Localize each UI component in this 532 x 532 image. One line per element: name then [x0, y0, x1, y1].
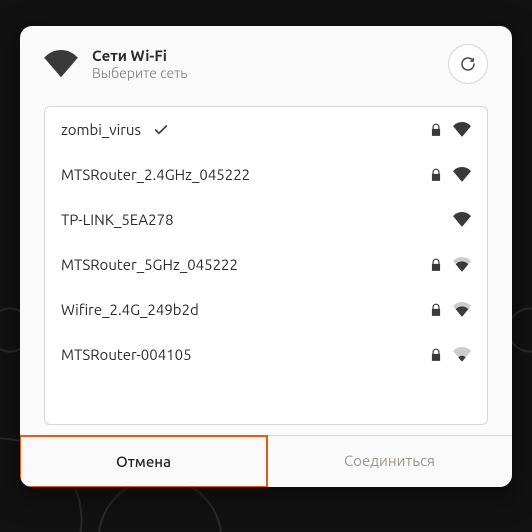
wifi-signal-icon — [453, 257, 471, 272]
dialog-header: Сети Wi-Fi Выберите сеть — [20, 26, 512, 96]
dialog-footer: Отмена Соединиться — [20, 435, 512, 487]
network-ssid: TP-LINK_5EA278 — [61, 211, 174, 228]
lock-icon — [429, 303, 443, 317]
dialog-subtitle: Выберите сеть — [92, 65, 187, 82]
lock-icon — [429, 258, 443, 272]
network-ssid: MTSRouter-004105 — [61, 346, 192, 363]
wifi-signal-icon — [453, 122, 471, 137]
network-ssid: Wifire_2.4G_249b2d — [61, 301, 199, 318]
check-icon — [153, 122, 169, 138]
network-ssid: zombi_virus — [61, 121, 141, 138]
network-row[interactable]: Wifire_2.4G_249b2d — [45, 287, 487, 332]
wifi-signal-icon — [453, 212, 471, 227]
dialog-title: Сети Wi-Fi — [92, 47, 187, 65]
refresh-button[interactable] — [448, 44, 488, 84]
wifi-signal-icon — [453, 167, 471, 182]
wifi-dialog: Сети Wi-Fi Выберите сеть zombi_virus MTS… — [20, 26, 512, 487]
network-row[interactable]: MTSRouter_5GHz_045222 — [45, 242, 487, 287]
lock-icon — [429, 123, 443, 137]
network-row[interactable]: MTSRouter-004105 — [45, 332, 487, 377]
wifi-icon — [44, 50, 78, 78]
network-ssid: MTSRouter_5GHz_045222 — [61, 256, 238, 273]
cancel-button[interactable]: Отмена — [20, 435, 268, 487]
connect-button[interactable]: Соединиться — [267, 436, 512, 487]
lock-icon — [429, 168, 443, 182]
network-ssid: MTSRouter_2.4GHz_045222 — [61, 166, 250, 183]
wifi-signal-icon — [453, 302, 471, 317]
lock-icon — [429, 348, 443, 362]
wifi-signal-icon — [453, 347, 471, 362]
network-row[interactable]: TP-LINK_5EA278 — [45, 197, 487, 242]
network-row[interactable]: MTSRouter_2.4GHz_045222 — [45, 152, 487, 197]
refresh-icon — [459, 55, 477, 73]
network-list[interactable]: zombi_virus MTSRouter_2.4GHz_045222 TP-L… — [44, 106, 488, 425]
header-texts: Сети Wi-Fi Выберите сеть — [92, 47, 187, 82]
network-row[interactable]: zombi_virus — [45, 107, 487, 152]
